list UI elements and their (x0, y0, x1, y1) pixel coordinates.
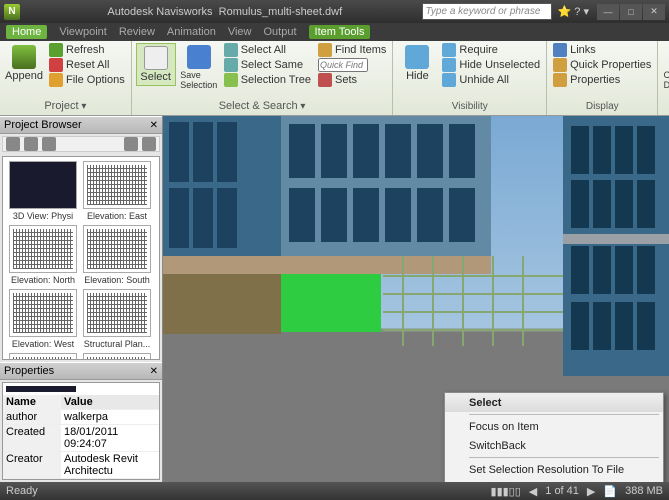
group-tools: Tools (662, 100, 669, 113)
unhideall-button[interactable]: Unhide All (440, 73, 542, 87)
window-title: Autodesk Navisworks Romulus_multi-sheet.… (28, 6, 422, 18)
thumbnail-grid: 3D View: PhysiElevation: EastElevation: … (2, 156, 160, 360)
thumbnail[interactable]: 3D View: Physi (7, 161, 79, 223)
tab-home[interactable]: Home (6, 25, 47, 39)
thumbnail[interactable]: Elevation: North (7, 225, 79, 287)
group-visibility: Visibility (397, 100, 542, 113)
thumbnail[interactable]: Elevation: East (81, 161, 153, 223)
tab-view[interactable]: View (228, 26, 252, 38)
sets-button[interactable]: Sets (316, 73, 388, 87)
hideunsel-button[interactable]: Hide Unselected (440, 58, 542, 72)
thumbnail[interactable]: Elevation: South (81, 225, 153, 287)
property-row: CreatorAutodesk Revit Architectu (3, 452, 159, 479)
close-button[interactable]: ✕ (643, 4, 665, 20)
app-logo[interactable]: N (4, 4, 20, 20)
status-progress: ▮▮▮▯▯ (491, 485, 521, 498)
group-selectsearch: Select & Search ▾ (136, 99, 389, 113)
tab-review[interactable]: Review (119, 26, 155, 38)
thumbnail[interactable] (7, 353, 79, 360)
properties-panel: Properties✕ NameValue authorwalkerpaCrea… (0, 362, 162, 482)
thumbnail[interactable]: Structural Plan... (81, 289, 153, 351)
search-input[interactable]: Type a keyword or phrase (422, 3, 552, 20)
browser-toolbar[interactable] (2, 136, 160, 152)
maximize-button[interactable]: □ (620, 4, 642, 20)
thumbnail[interactable]: Elevation: West (7, 289, 79, 351)
tab-animation[interactable]: Animation (167, 26, 216, 38)
group-display: Display (551, 100, 653, 113)
refresh-button[interactable]: Refresh (47, 43, 127, 57)
savesel-button[interactable]: Save Selection (179, 43, 219, 92)
select-button[interactable]: Select (136, 43, 176, 86)
viewport-3d[interactable]: Select Focus on Item SwitchBack Set Sele… (163, 116, 669, 482)
thumbnail[interactable] (81, 353, 153, 360)
group-project: Project ▾ (4, 99, 127, 113)
properties-table: NameValue authorwalkerpaCreated18/01/201… (3, 395, 159, 479)
property-row: Created18/01/2011 09:24:07 (3, 425, 159, 452)
status-page: 1 of 41 (545, 485, 579, 497)
ribbon: Append Refresh Reset All File Options Pr… (0, 41, 669, 116)
ctx-switchback[interactable]: SwitchBack (445, 436, 663, 455)
links-button[interactable]: Links (551, 43, 653, 57)
ctx-focus[interactable]: Focus on Item (445, 417, 663, 436)
property-row: authorwalkerpa (3, 410, 159, 425)
ctx-select[interactable]: Select (445, 393, 663, 412)
hide-button[interactable]: Hide (397, 43, 437, 84)
properties-preview (6, 386, 76, 392)
ctx-resfile[interactable]: Set Selection Resolution To File (445, 460, 663, 479)
status-mem: 388 MB (625, 485, 663, 497)
ribbon-tabs: Home Viewpoint Review Animation View Out… (0, 23, 669, 41)
fileoptions-button[interactable]: File Options (47, 73, 127, 87)
tab-viewpoint[interactable]: Viewpoint (59, 26, 107, 38)
ctx-reslayer[interactable]: Set Selection Resolution To Layer (445, 479, 663, 482)
clash-button[interactable]: Clash Detective (662, 43, 669, 92)
browser-header[interactable]: Project Browser✕ (0, 116, 162, 134)
status-bar: Ready ▮▮▮▯▯ ◀1 of 41▶ 📄 388 MB (0, 482, 669, 500)
properties-button[interactable]: Properties (551, 73, 653, 87)
minimize-button[interactable]: — (597, 4, 619, 20)
quickprops-button[interactable]: Quick Properties (551, 58, 653, 72)
append-button[interactable]: Append (4, 43, 44, 84)
tab-itemtools[interactable]: Item Tools (309, 25, 371, 39)
require-button[interactable]: Require (440, 43, 542, 57)
sidebar: Project Browser✕ 3D View: PhysiElevation… (0, 116, 163, 482)
selectall-button[interactable]: Select All (222, 43, 313, 57)
seltree-button[interactable]: Selection Tree (222, 73, 313, 87)
context-menu: Select Focus on Item SwitchBack Set Sele… (444, 392, 664, 482)
quickfind-input[interactable] (316, 58, 388, 72)
resetall-button[interactable]: Reset All (47, 58, 127, 72)
properties-header[interactable]: Properties✕ (0, 362, 162, 380)
title-bar: N Autodesk Navisworks Romulus_multi-shee… (0, 0, 669, 23)
help-icons[interactable]: ⭐ ? ▾ (558, 5, 589, 18)
tab-output[interactable]: Output (264, 26, 297, 38)
status-ready: Ready (6, 485, 38, 497)
finditems-button[interactable]: Find Items (316, 43, 388, 57)
selectsame-button[interactable]: Select Same (222, 58, 313, 72)
